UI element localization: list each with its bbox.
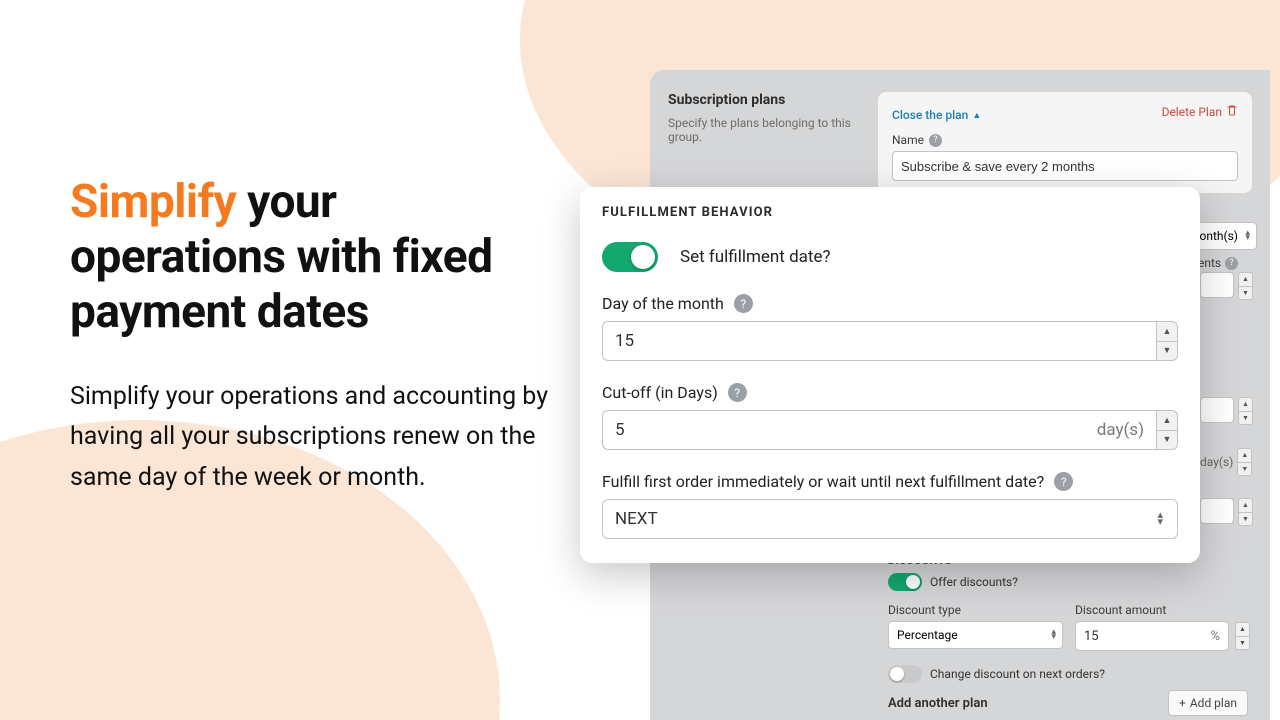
day-of-month-label-row: Day of the month ? [602, 294, 1178, 313]
help-icon[interactable]: ? [734, 294, 753, 313]
add-another-label: Add another plan [888, 696, 988, 711]
set-fulfillment-label: Set fulfillment date? [680, 247, 831, 267]
set-fulfillment-toggle[interactable] [602, 242, 658, 272]
headline-accent: Simplify [70, 175, 236, 229]
first-order-label-row: Fulfill first order immediately or wait … [602, 472, 1178, 491]
marketing-copy: Simplify your operations with fixed paym… [70, 175, 550, 498]
select-caret-icon: ▴▾ [1051, 630, 1056, 641]
first-order-select[interactable]: NEXT ▴▾ [602, 499, 1178, 539]
cutoff-label: Cut-off (in Days) [602, 383, 718, 402]
name-field[interactable] [892, 151, 1238, 181]
cutoff-field[interactable]: 5 day(s) [602, 410, 1156, 450]
offer-discounts-toggle[interactable]: Offer discounts? [888, 573, 1018, 591]
name-label-row: Name ? [892, 133, 1238, 147]
bg-stepper-1[interactable]: ▲▼ [1238, 397, 1253, 425]
max-payments-field[interactable] [1200, 272, 1234, 298]
fulfillment-title: FULFILLMENT BEHAVIOR [602, 205, 1178, 220]
caret-up-icon: ▲ [972, 110, 981, 121]
help-icon[interactable]: ? [1054, 472, 1073, 491]
bg-stepper-2[interactable]: ▲▼ [1237, 448, 1252, 476]
select-caret-icon: ▴▾ [1157, 512, 1163, 525]
toggle-switch-off-icon [888, 665, 922, 683]
day-of-month-stepper[interactable]: ▲▼ [1156, 321, 1178, 361]
fulfillment-card: FULFILLMENT BEHAVIOR Set fulfillment dat… [580, 187, 1200, 563]
offer-discounts-label: Offer discounts? [930, 575, 1018, 589]
panel-subtitle: Specify the plans belonging to this grou… [668, 116, 868, 144]
bg-num-field-2[interactable] [1200, 498, 1234, 524]
discount-type-value: Percentage [897, 628, 958, 642]
help-icon[interactable]: ? [929, 134, 942, 147]
name-label: Name [892, 133, 924, 147]
discount-amount-stepper[interactable]: ▲▼ [1235, 622, 1250, 650]
add-plan-label: Add plan [1190, 696, 1237, 710]
plus-icon: + [1179, 696, 1186, 710]
panel-title: Subscription plans [668, 92, 868, 108]
max-payments-stepper[interactable]: ▲▼ [1238, 272, 1253, 300]
delete-plan-link[interactable]: Delete Plan [1162, 104, 1238, 119]
discount-amount-value: 15 [1084, 629, 1099, 644]
bg-num-field-1[interactable] [1200, 397, 1234, 423]
headline: Simplify your operations with fixed paym… [70, 175, 550, 341]
cutoff-unit: day(s) [1097, 420, 1144, 440]
help-icon[interactable]: ? [1225, 257, 1238, 270]
select-caret-icon: ▴▾ [1245, 231, 1250, 242]
discount-type-select[interactable]: Percentage ▴▾ [888, 621, 1063, 649]
discount-amount-field[interactable]: 15 % [1075, 621, 1229, 651]
cutoff-label-row: Cut-off (in Days) ? [602, 383, 1178, 402]
day-of-month-field[interactable]: 15 [602, 321, 1156, 361]
day-of-month-label: Day of the month [602, 294, 724, 313]
change-discount-toggle[interactable]: Change discount on next orders? [888, 665, 1105, 683]
plan-card: Close the plan ▲ Delete Plan Name ? [878, 92, 1252, 193]
delete-plan-label: Delete Plan [1162, 105, 1222, 119]
first-order-label: Fulfill first order immediately or wait … [602, 472, 1044, 491]
toggle-switch-on-icon [888, 573, 922, 591]
help-icon[interactable]: ? [728, 383, 747, 402]
bg-stepper-3[interactable]: ▲▼ [1238, 498, 1253, 526]
change-discount-label: Change discount on next orders? [930, 667, 1105, 681]
discount-amount-label: Discount amount [1075, 603, 1250, 617]
day-of-month-value: 15 [615, 331, 634, 351]
cutoff-value: 5 [615, 420, 625, 440]
max-payments-label-fragment: ents [1198, 256, 1221, 270]
bg-days-unit: day(s) [1200, 455, 1233, 469]
add-plan-button[interactable]: + Add plan [1168, 690, 1248, 716]
first-order-value: NEXT [615, 509, 658, 529]
close-plan-link[interactable]: Close the plan ▲ [892, 108, 981, 122]
close-plan-label: Close the plan [892, 108, 968, 122]
subtext: Simplify your operations and accounting … [70, 377, 550, 499]
discount-amount-unit: % [1210, 629, 1220, 644]
cutoff-stepper[interactable]: ▲▼ [1156, 410, 1178, 450]
discount-type-label: Discount type [888, 603, 1063, 617]
trash-icon [1226, 104, 1238, 119]
